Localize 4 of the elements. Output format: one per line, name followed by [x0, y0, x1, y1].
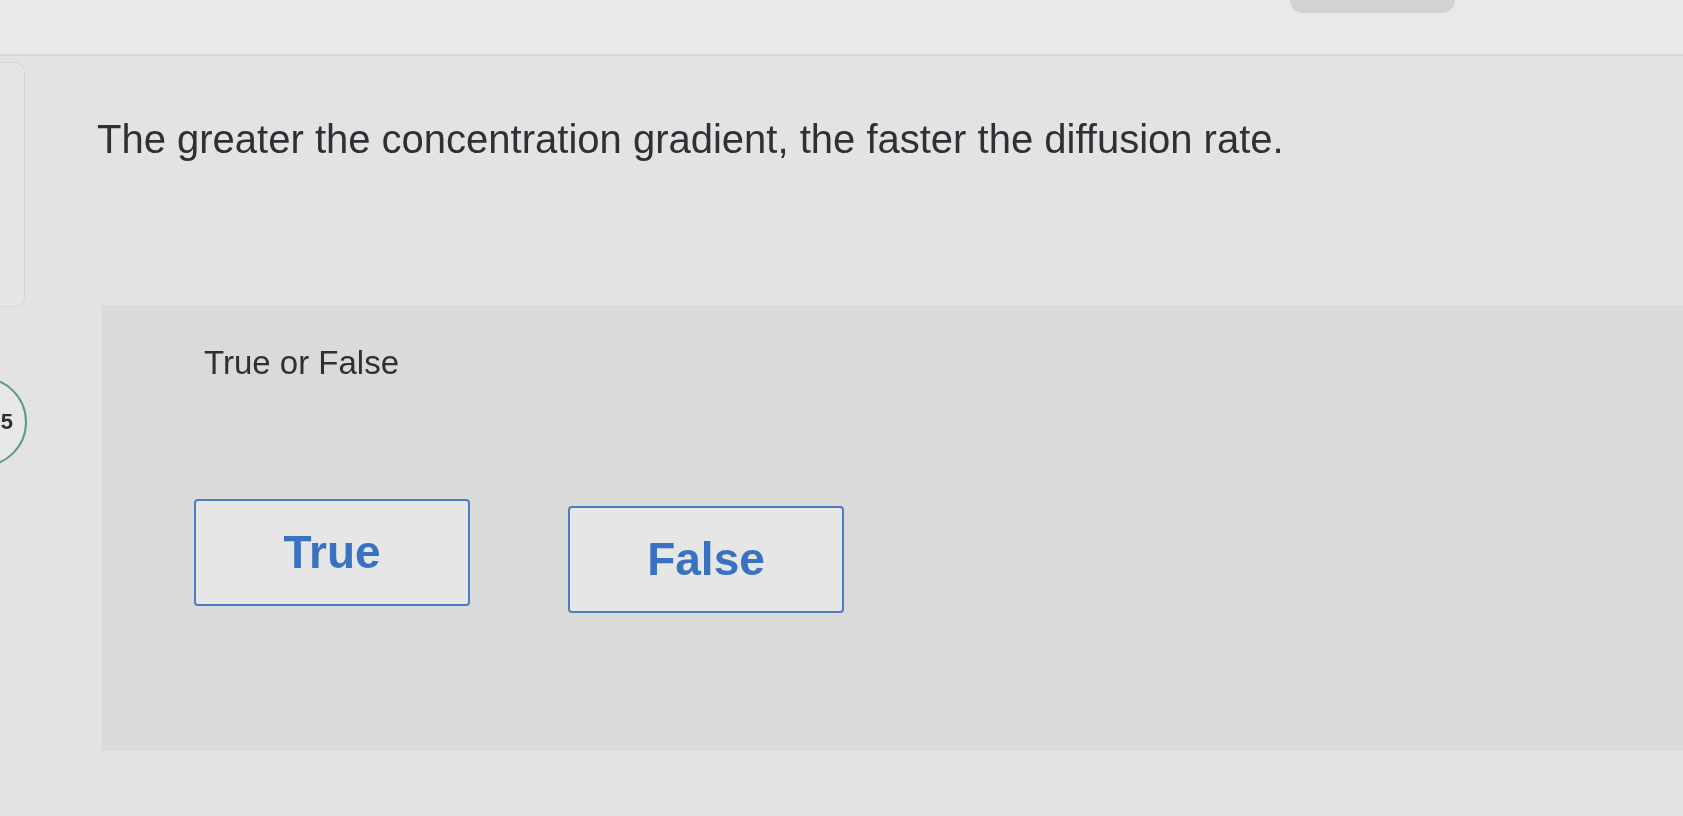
answer-option-button[interactable]: False	[568, 505, 844, 613]
answer-prompt: True or False	[204, 343, 399, 383]
answer-option-button[interactable]: True	[194, 498, 470, 606]
question-text: The greater the concentration gradient, the faster the diffusion rate.	[97, 116, 1284, 163]
